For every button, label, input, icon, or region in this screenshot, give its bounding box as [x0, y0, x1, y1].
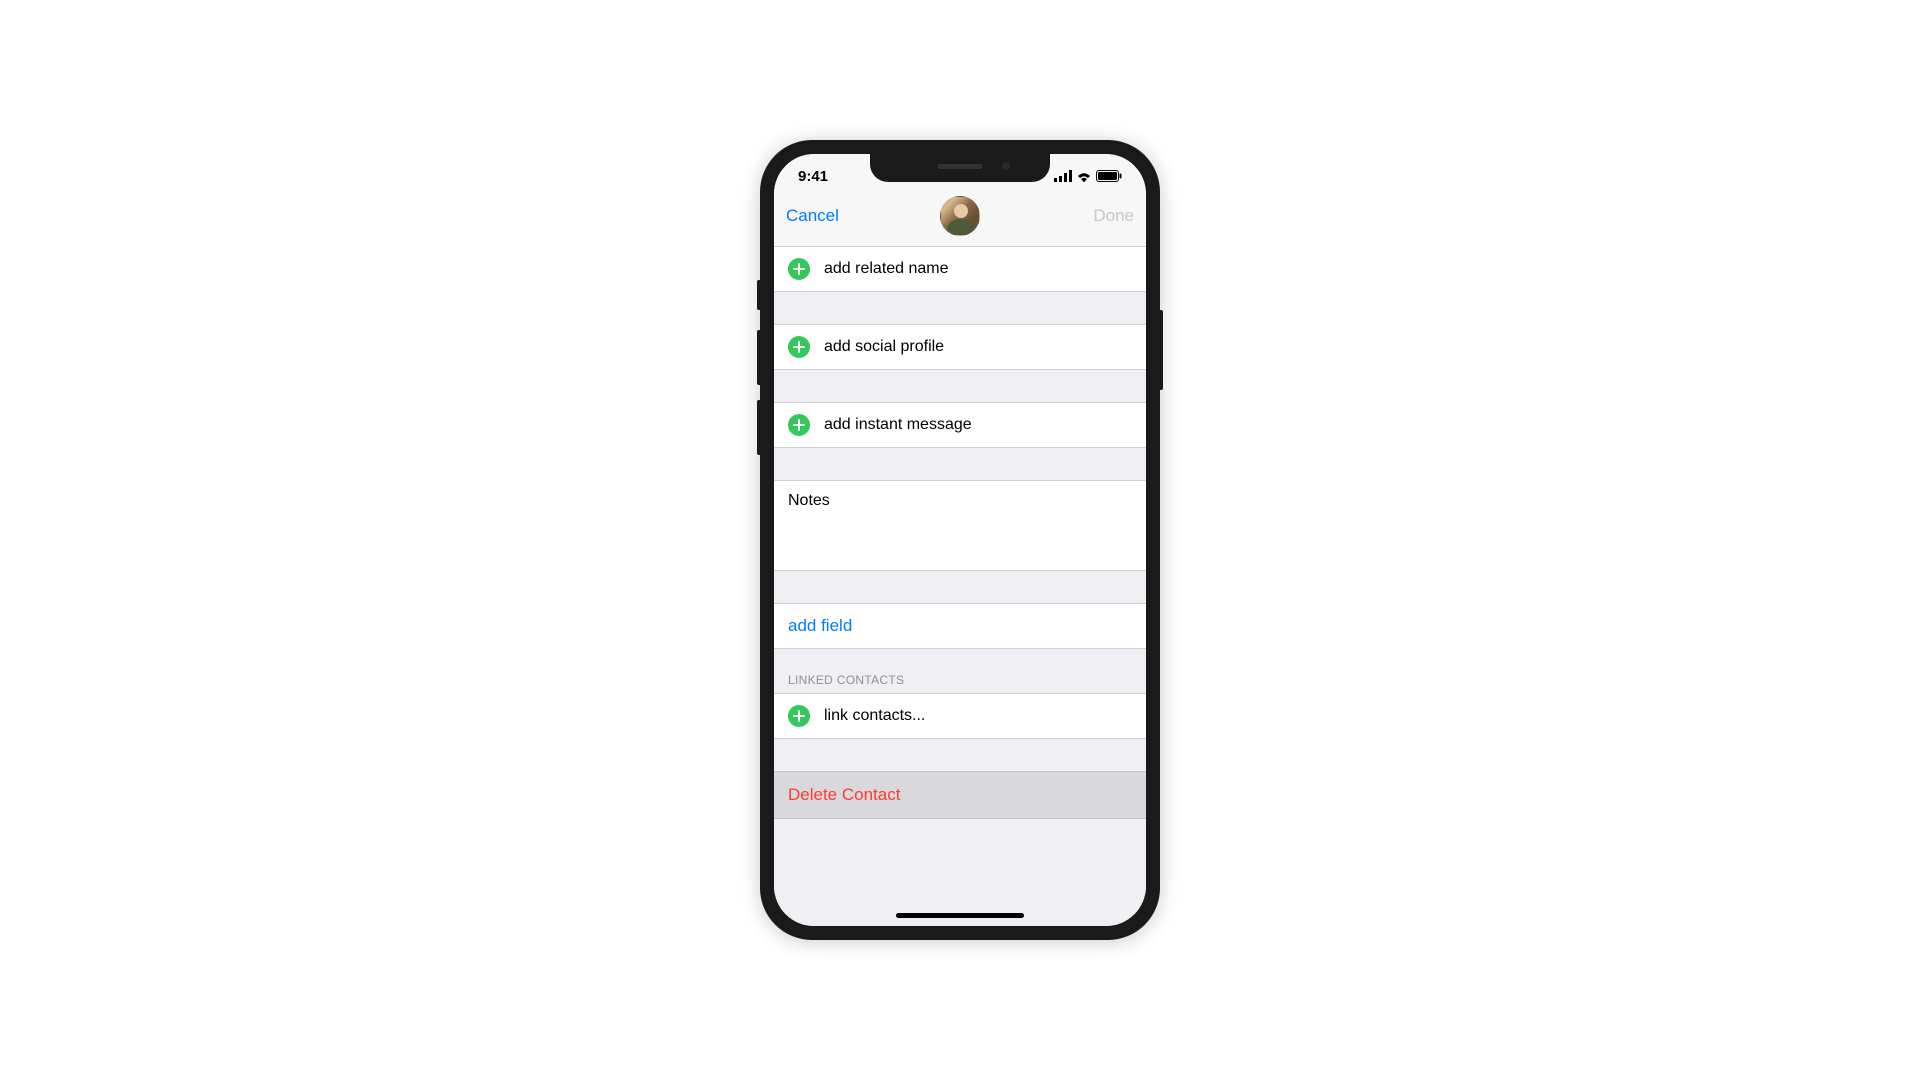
add-field-label: add field	[788, 616, 852, 635]
row-label: add social profile	[824, 338, 944, 356]
notch	[870, 154, 1050, 182]
nav-bar: Cancel Done	[774, 190, 1146, 247]
wifi-icon	[1076, 170, 1092, 182]
add-field-row[interactable]: add field	[774, 603, 1146, 649]
plus-icon	[788, 258, 810, 280]
row-label: add instant message	[824, 416, 972, 434]
notes-label: Notes	[788, 492, 830, 509]
volume-button	[757, 400, 760, 455]
status-time: 9:41	[798, 168, 828, 185]
content-scroll[interactable]: add related name add social profile add …	[774, 247, 1146, 925]
cancel-button[interactable]: Cancel	[786, 206, 856, 226]
add-related-name-row[interactable]: add related name	[774, 247, 1146, 291]
delete-label: Delete Contact	[788, 785, 900, 804]
plus-icon	[788, 414, 810, 436]
link-contacts-row[interactable]: link contacts...	[774, 694, 1146, 738]
screen: 9:41 Cancel Done	[774, 154, 1146, 926]
done-button[interactable]: Done	[1064, 206, 1134, 226]
phone-frame: 9:41 Cancel Done	[760, 140, 1160, 940]
avatar[interactable]	[940, 196, 980, 236]
status-icons	[1054, 170, 1122, 182]
add-social-profile-row[interactable]: add social profile	[774, 325, 1146, 369]
bottom-spacer	[774, 819, 1146, 879]
row-label: add related name	[824, 260, 949, 278]
home-indicator[interactable]	[896, 913, 1024, 918]
add-instant-message-row[interactable]: add instant message	[774, 403, 1146, 447]
notes-field[interactable]: Notes	[774, 480, 1146, 571]
plus-icon	[788, 336, 810, 358]
delete-contact-row[interactable]: Delete Contact	[774, 771, 1146, 819]
plus-icon	[788, 705, 810, 727]
cellular-icon	[1054, 170, 1072, 182]
battery-icon	[1096, 170, 1122, 182]
side-button	[1160, 310, 1163, 390]
linked-contacts-header: LINKED CONTACTS	[774, 673, 1146, 693]
row-label: link contacts...	[824, 707, 925, 725]
